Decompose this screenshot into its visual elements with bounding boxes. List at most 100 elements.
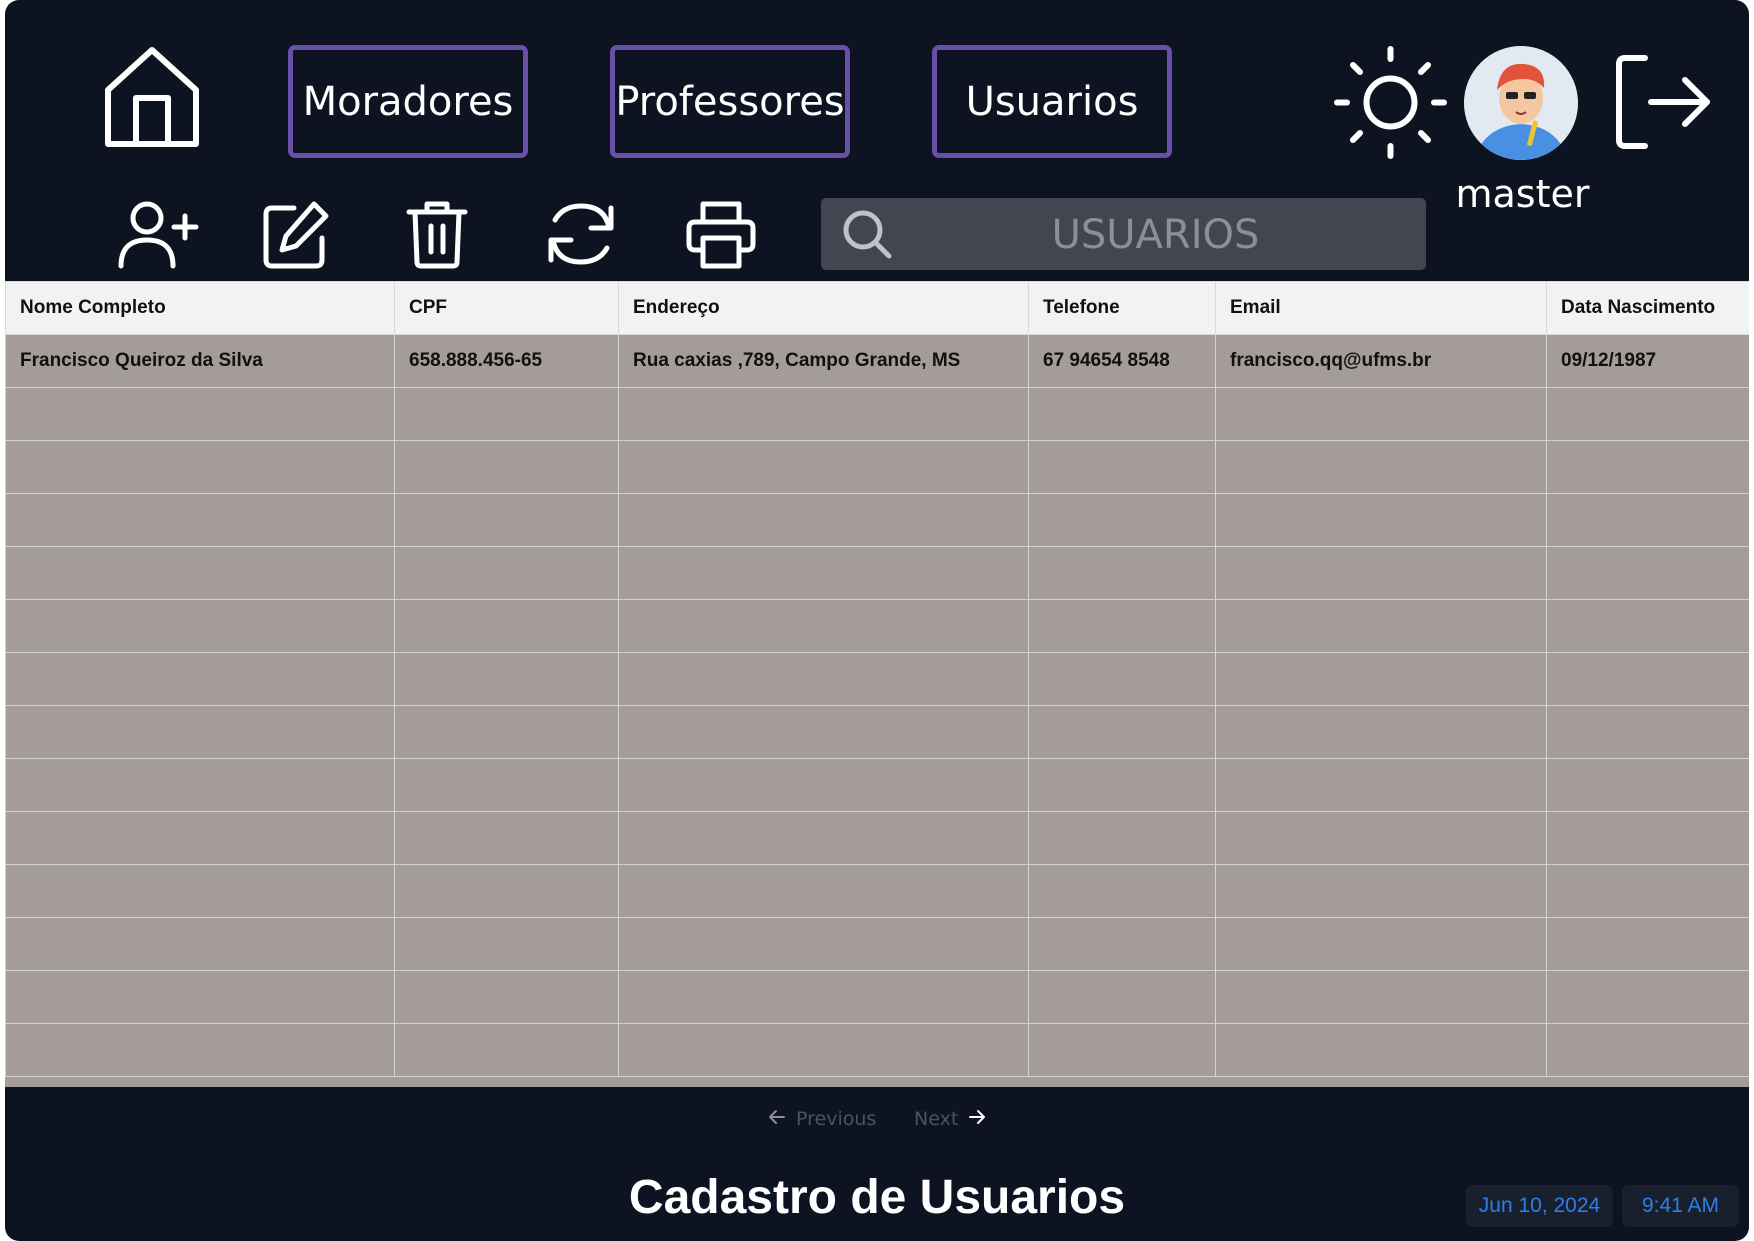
home-button[interactable] bbox=[100, 42, 204, 152]
table-cell bbox=[1215, 440, 1547, 494]
table-cell bbox=[5, 387, 395, 441]
delete-button[interactable] bbox=[405, 198, 469, 270]
avatar-illustration bbox=[1464, 46, 1578, 160]
table-cell bbox=[394, 440, 619, 494]
table-cell bbox=[1028, 1023, 1216, 1077]
table-cell bbox=[5, 652, 395, 706]
table-header-row: Nome Completo CPF Endereço Telefone Email Dat… bbox=[5, 281, 1749, 335]
table-cell bbox=[394, 758, 619, 812]
table-row[interactable] bbox=[5, 811, 1749, 865]
table-cell bbox=[618, 970, 1029, 1024]
add-user-button[interactable] bbox=[117, 198, 199, 270]
table-cell bbox=[394, 652, 619, 706]
app-window: Moradores Professores Usuarios master US… bbox=[5, 0, 1749, 1241]
table-cell bbox=[1546, 1023, 1749, 1077]
search-icon bbox=[843, 210, 892, 259]
table-cell bbox=[394, 864, 619, 918]
table-row[interactable] bbox=[5, 970, 1749, 1024]
table-cell bbox=[618, 917, 1029, 971]
table-cell bbox=[1028, 652, 1216, 706]
refresh-icon bbox=[548, 203, 614, 265]
table-cell bbox=[1546, 493, 1749, 547]
tab-usuarios[interactable]: Usuarios bbox=[932, 45, 1172, 158]
table-cell bbox=[1215, 970, 1547, 1024]
table-cell bbox=[1028, 705, 1216, 759]
previous-label: Previous bbox=[796, 1108, 877, 1130]
table-cell bbox=[618, 493, 1029, 547]
table-cell bbox=[618, 546, 1029, 600]
table-cell bbox=[618, 652, 1029, 706]
tab-moradores[interactable]: Moradores bbox=[288, 45, 528, 158]
logout-button[interactable] bbox=[1611, 50, 1715, 154]
table-cell bbox=[5, 546, 395, 600]
home-icon bbox=[105, 47, 199, 147]
next-page-button[interactable]: Next bbox=[914, 1104, 986, 1134]
top-toolbar: Moradores Professores Usuarios master US… bbox=[5, 0, 1749, 280]
table-row[interactable] bbox=[5, 758, 1749, 812]
table-row[interactable] bbox=[5, 1023, 1749, 1077]
next-label: Next bbox=[914, 1108, 959, 1130]
column-header[interactable]: Email bbox=[1215, 281, 1547, 335]
avatar[interactable] bbox=[1464, 46, 1578, 160]
table-cell bbox=[1215, 811, 1547, 865]
table-row[interactable] bbox=[5, 705, 1749, 759]
date-chip[interactable]: Jun 10, 2024 bbox=[1466, 1185, 1613, 1227]
table-cell bbox=[5, 599, 395, 653]
table-cell bbox=[1546, 546, 1749, 600]
table-cell bbox=[618, 440, 1029, 494]
theme-toggle-button[interactable] bbox=[1333, 45, 1448, 160]
table-cell bbox=[1546, 652, 1749, 706]
table-cell bbox=[1215, 917, 1547, 971]
table-cell bbox=[618, 1023, 1029, 1077]
column-header[interactable]: Data Nascimento bbox=[1546, 281, 1749, 335]
table-cell bbox=[5, 917, 395, 971]
search-input[interactable] bbox=[901, 198, 1410, 272]
table-row[interactable] bbox=[5, 864, 1749, 918]
table-cell bbox=[5, 758, 395, 812]
table-cell bbox=[1546, 387, 1749, 441]
table-cell bbox=[1546, 705, 1749, 759]
column-header[interactable]: CPF bbox=[394, 281, 619, 335]
table-row[interactable] bbox=[5, 493, 1749, 547]
table-cell bbox=[5, 440, 395, 494]
table-row[interactable] bbox=[5, 652, 1749, 706]
arrow-left-icon bbox=[768, 1108, 786, 1131]
table-row[interactable] bbox=[5, 440, 1749, 494]
table-cell bbox=[5, 493, 395, 547]
table-row[interactable] bbox=[5, 387, 1749, 441]
table-cell bbox=[1215, 599, 1547, 653]
table-cell: Francisco Queiroz da Silva bbox=[5, 334, 395, 388]
table-cell bbox=[1215, 864, 1547, 918]
table-cell bbox=[618, 864, 1029, 918]
table-cell bbox=[394, 387, 619, 441]
table-row[interactable] bbox=[5, 917, 1749, 971]
table-row[interactable]: Francisco Queiroz da Silva 658.888.456-65… bbox=[5, 334, 1749, 388]
table-cell: 09/12/1987 bbox=[1546, 334, 1749, 388]
table-cell bbox=[5, 864, 395, 918]
previous-page-button[interactable]: Previous bbox=[768, 1104, 876, 1134]
username: master bbox=[1455, 172, 1590, 216]
table-cell bbox=[1028, 758, 1216, 812]
edit-icon bbox=[263, 201, 329, 269]
table-cell bbox=[1215, 705, 1547, 759]
table-row[interactable] bbox=[5, 546, 1749, 600]
time-chip[interactable]: 9:41 AM bbox=[1622, 1185, 1739, 1227]
table-cell bbox=[394, 811, 619, 865]
column-header[interactable]: Nome Completo bbox=[5, 281, 395, 335]
table-row[interactable] bbox=[5, 599, 1749, 653]
table-cell bbox=[1028, 387, 1216, 441]
table-cell: Rua caxias ,789, Campo Grande, MS bbox=[618, 334, 1029, 388]
edit-button[interactable] bbox=[260, 198, 332, 270]
table-cell bbox=[394, 705, 619, 759]
arrow-right-icon bbox=[968, 1108, 986, 1131]
table-cell bbox=[1028, 917, 1216, 971]
table-cell bbox=[394, 1023, 619, 1077]
table-cell bbox=[394, 493, 619, 547]
logout-icon bbox=[1616, 55, 1710, 149]
column-header[interactable]: Endereço bbox=[618, 281, 1029, 335]
table-cell bbox=[1028, 599, 1216, 653]
print-button[interactable] bbox=[685, 198, 757, 270]
column-header[interactable]: Telefone bbox=[1028, 281, 1216, 335]
tab-professores[interactable]: Professores bbox=[610, 45, 850, 158]
refresh-button[interactable] bbox=[543, 198, 619, 270]
